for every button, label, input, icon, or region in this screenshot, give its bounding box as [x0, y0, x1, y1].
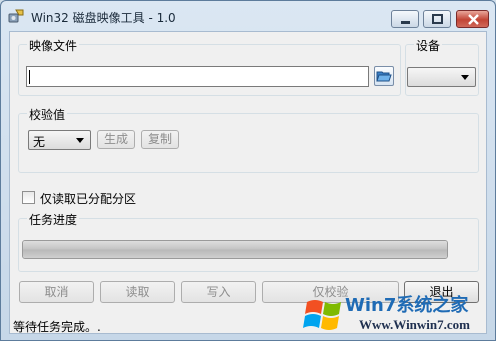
- window-title: Win32 磁盘映像工具 - 1.0: [31, 11, 176, 25]
- windows-logo-icon: [303, 300, 341, 330]
- read-button[interactable]: 读取: [100, 281, 175, 303]
- watermark-brand: Win7系统之家: [345, 295, 469, 316]
- progress-bar: [22, 240, 448, 259]
- copy-hash-button[interactable]: 复制: [141, 130, 179, 149]
- write-button[interactable]: 写入: [181, 281, 256, 303]
- close-icon: [468, 14, 479, 25]
- minimize-button[interactable]: [391, 10, 419, 28]
- hash-algorithm-value: 无: [33, 135, 46, 149]
- minimize-icon: [401, 21, 410, 24]
- chevron-down-icon: [461, 75, 469, 80]
- browse-button[interactable]: [374, 66, 394, 86]
- image-file-path-input[interactable]: [26, 66, 369, 87]
- progress-bar-fill: [23, 241, 447, 258]
- status-text: 等待任务完成。.: [13, 320, 101, 334]
- watermark-url: Www.Winwin7.com: [359, 317, 470, 332]
- disk-imager-app-icon: [8, 8, 24, 24]
- progress-group-label: 任务进度: [27, 211, 80, 228]
- device-group-label: 设备: [414, 37, 443, 54]
- generate-hash-button[interactable]: 生成: [97, 130, 135, 149]
- maximize-button[interactable]: [423, 10, 451, 28]
- title-bar[interactable]: Win32 磁盘映像工具 - 1.0: [1, 1, 495, 31]
- hash-algorithm-select[interactable]: 无: [28, 130, 91, 150]
- folder-open-icon: [376, 71, 392, 82]
- device-select[interactable]: [407, 67, 476, 87]
- read-only-allocated-label: 仅读取已分配分区: [40, 192, 137, 206]
- watermark: Win7系统之家 Www.Winwin7.com: [301, 287, 495, 339]
- image-file-group-label: 映像文件: [27, 37, 80, 54]
- read-only-allocated-checkbox[interactable]: [22, 191, 35, 204]
- maximize-icon: [432, 14, 443, 24]
- cancel-button[interactable]: 取消: [19, 281, 94, 303]
- hash-group-label: 校验值: [27, 106, 68, 123]
- text-caret: [29, 70, 30, 84]
- chevron-down-icon: [76, 138, 84, 143]
- close-button[interactable]: [456, 10, 489, 28]
- app-window: Win32 磁盘映像工具 - 1.0 映像文件 设备 校验值 无 生成 复制 仅…: [0, 0, 496, 341]
